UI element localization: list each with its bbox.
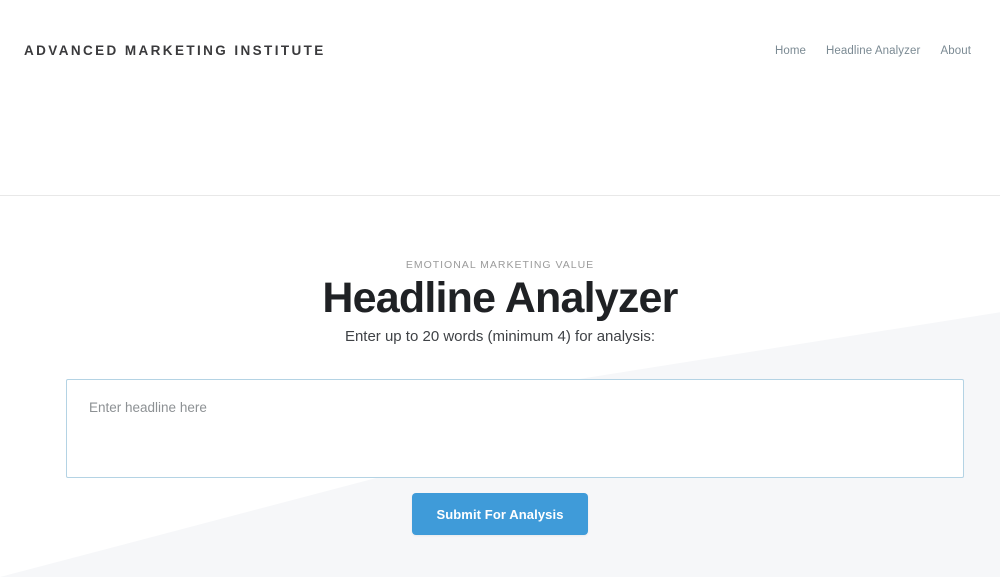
nav-link-about[interactable]: About — [940, 43, 971, 59]
hero-subtitle: Enter up to 20 words (minimum 4) for ana… — [344, 328, 656, 345]
headline-input[interactable] — [66, 379, 964, 478]
page-root: ADVANCED MARKETING INSTITUTE Home Headli… — [0, 0, 1000, 577]
hero-eyebrow: EMOTIONAL MARKETING VALUE — [405, 259, 595, 271]
page-title: Headline Analyzer — [322, 274, 678, 322]
site-header: ADVANCED MARKETING INSTITUTE Home Headli… — [0, 0, 1000, 196]
hero-section: EMOTIONAL MARKETING VALUE Headline Analy… — [0, 196, 1000, 577]
nav-link-headline-analyzer[interactable]: Headline Analyzer — [826, 43, 920, 59]
brand-logo[interactable]: ADVANCED MARKETING INSTITUTE — [24, 42, 326, 60]
main-navigation: Home Headline Analyzer About — [775, 43, 971, 59]
nav-link-home[interactable]: Home — [775, 43, 806, 59]
submit-row: Submit For Analysis — [0, 493, 1000, 535]
submit-for-analysis-button[interactable]: Submit For Analysis — [412, 493, 588, 535]
